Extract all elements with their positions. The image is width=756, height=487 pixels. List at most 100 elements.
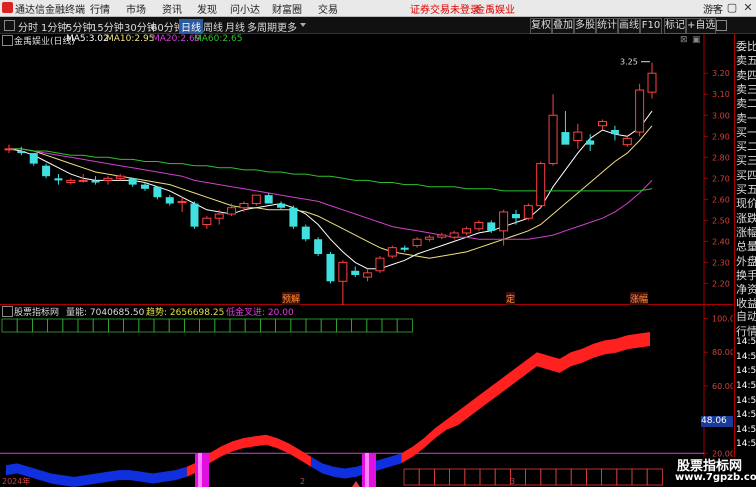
signal-cell-green bbox=[153, 318, 170, 333]
close-icon[interactable]: ✕ bbox=[740, 0, 756, 16]
expand-chart-icon[interactable]: ▣ bbox=[692, 35, 701, 45]
menu-item-news[interactable]: 资讯 bbox=[162, 1, 182, 16]
period-tab-weekly[interactable]: 周线 bbox=[203, 19, 223, 34]
event-label-rise[interactable]: 涨幅 bbox=[630, 292, 649, 305]
panel-toggle-icon[interactable] bbox=[716, 20, 727, 31]
period-tab-monthly[interactable]: 月线 bbox=[225, 19, 245, 34]
maximize-icon[interactable]: ▢ bbox=[724, 0, 740, 16]
period-tab-1min[interactable]: 1分钟 bbox=[41, 19, 67, 34]
current-value-badge: 48.06 bbox=[701, 416, 733, 427]
signal-cell-green bbox=[77, 318, 94, 333]
watermark: 股票指标网 www.7gpzb.com bbox=[663, 457, 756, 487]
signal-cell-green bbox=[366, 318, 383, 333]
signal-cell-green bbox=[351, 318, 368, 333]
quote-field-label: 14:50 bbox=[736, 439, 756, 450]
menu-item-discover[interactable]: 发现 bbox=[197, 1, 217, 16]
candle-body bbox=[363, 272, 373, 278]
ma60-label: MA60:2.65 bbox=[194, 34, 243, 44]
signal-cell-red bbox=[570, 468, 587, 486]
period-tab-15min[interactable]: 15分钟 bbox=[91, 19, 124, 34]
candlestick-chart[interactable]: 3.20 3.10 3.00 2.90 2.80 2.70 2.60 2.50 2.40 2.30… bbox=[0, 34, 733, 305]
candle-body bbox=[165, 197, 174, 204]
date-axis-label: 2 bbox=[300, 477, 305, 486]
minimize-icon[interactable]: — bbox=[708, 0, 724, 16]
signal-cell-red bbox=[616, 468, 633, 486]
menu-item-assistant[interactable]: 问小达 bbox=[230, 1, 260, 16]
candle-body bbox=[214, 213, 224, 219]
indicator-chart[interactable]: 100.080.0060.0040.0020.002024年23 bbox=[0, 305, 733, 487]
candle-body bbox=[511, 214, 520, 219]
period-tab-timeshare[interactable]: 分时 bbox=[18, 19, 38, 34]
indicator-trend: 趋势: 2656698.25 bbox=[146, 308, 225, 318]
signal-cell-red bbox=[631, 468, 648, 486]
candle-body bbox=[400, 247, 409, 250]
candle-body bbox=[647, 72, 657, 93]
period-tab-5min[interactable]: 5分钟 bbox=[66, 19, 92, 34]
signal-cell-green bbox=[214, 318, 231, 333]
candle-body bbox=[153, 186, 162, 198]
chart-menu-icon[interactable] bbox=[2, 35, 13, 46]
draw-line-button[interactable]: 画线 bbox=[618, 18, 640, 34]
multistock-button[interactable]: 多股 bbox=[574, 18, 596, 34]
candle-body bbox=[474, 221, 484, 230]
signal-bar-highlight bbox=[365, 453, 369, 487]
watermark-url: www.7gpzb.com bbox=[675, 472, 756, 483]
signal-cell-red bbox=[646, 468, 663, 486]
signal-cell-green bbox=[335, 318, 352, 333]
menu-item-quotes[interactable]: 行情 bbox=[90, 1, 110, 16]
candle-body bbox=[598, 121, 608, 127]
candle-body bbox=[239, 203, 249, 209]
quote-field-label: 自动 bbox=[736, 310, 756, 323]
date-axis-label: 2024年 bbox=[2, 476, 30, 486]
candle-body bbox=[351, 270, 360, 275]
quote-field-label: 14:50 bbox=[736, 351, 756, 362]
quote-field-label: 14:50 bbox=[736, 381, 756, 391]
add-watchlist-button[interactable]: +自选 bbox=[686, 18, 716, 34]
close-chart-icon[interactable]: ⊠ bbox=[680, 35, 688, 45]
signal-cell-red bbox=[494, 468, 511, 486]
toolbar-toggle-icon[interactable] bbox=[4, 20, 15, 31]
signal-cell-green bbox=[62, 318, 79, 333]
price-tick-label: 2.50 bbox=[712, 216, 730, 225]
candle-body bbox=[536, 163, 546, 207]
period-tab-more[interactable]: 更多 bbox=[277, 19, 297, 34]
indicator-menu-icon[interactable] bbox=[2, 306, 13, 317]
menu-item-market[interactable]: 市场 bbox=[126, 1, 146, 16]
signal-cell-red bbox=[403, 468, 420, 486]
quote-side-panel[interactable]: 委比 卖五 卖四 卖三 卖二 卖一 买一 买二 买三 买四 买五 现价 涨跌 涨幅 总量 外盘 换手 净资 收益 自动… bbox=[734, 34, 756, 487]
candle-body bbox=[17, 150, 26, 154]
candle-body bbox=[387, 247, 397, 257]
indicator-name[interactable]: 股票指标网 bbox=[14, 305, 59, 318]
app-logo-icon bbox=[2, 2, 13, 13]
candle-body bbox=[635, 89, 645, 133]
quote-field-label: 14:50 bbox=[736, 366, 756, 377]
f10-button[interactable]: F10 bbox=[640, 18, 662, 34]
event-label-fixed[interactable]: 定 bbox=[506, 292, 516, 305]
period-tab-daily[interactable]: 日线 bbox=[179, 19, 203, 34]
stats-button[interactable]: 统计 bbox=[596, 18, 618, 34]
signal-cell-green bbox=[183, 318, 200, 333]
candle-body bbox=[314, 239, 323, 254]
signal-cell-green bbox=[320, 318, 337, 333]
date-axis-label: 3 bbox=[510, 477, 515, 486]
mark-button[interactable]: 标记 bbox=[664, 18, 686, 34]
candle-body bbox=[91, 180, 100, 183]
candle-body bbox=[412, 238, 422, 247]
event-label-unlock[interactable]: 预解 bbox=[282, 292, 301, 305]
candle-body bbox=[424, 236, 434, 240]
candle-body bbox=[573, 131, 583, 141]
candle-body bbox=[338, 261, 348, 282]
candle-body bbox=[190, 203, 199, 227]
candle-body bbox=[561, 132, 570, 145]
price-tick-label: 3.10 bbox=[712, 90, 730, 99]
menu-item-trade[interactable]: 交易 bbox=[318, 1, 338, 16]
candle-body bbox=[487, 222, 496, 231]
price-tick-label: 2.20 bbox=[712, 279, 730, 288]
menu-item-wealth[interactable]: 财富圈 bbox=[272, 1, 302, 16]
signal-cell-green bbox=[168, 318, 185, 333]
adjust-button[interactable]: 复权 bbox=[530, 18, 552, 34]
overlay-button[interactable]: 叠加 bbox=[552, 18, 574, 34]
login-warning[interactable]: 证券交易未登录 bbox=[410, 1, 480, 16]
candle-body bbox=[115, 175, 125, 179]
period-tab-multi[interactable]: 多周期 bbox=[247, 19, 277, 34]
